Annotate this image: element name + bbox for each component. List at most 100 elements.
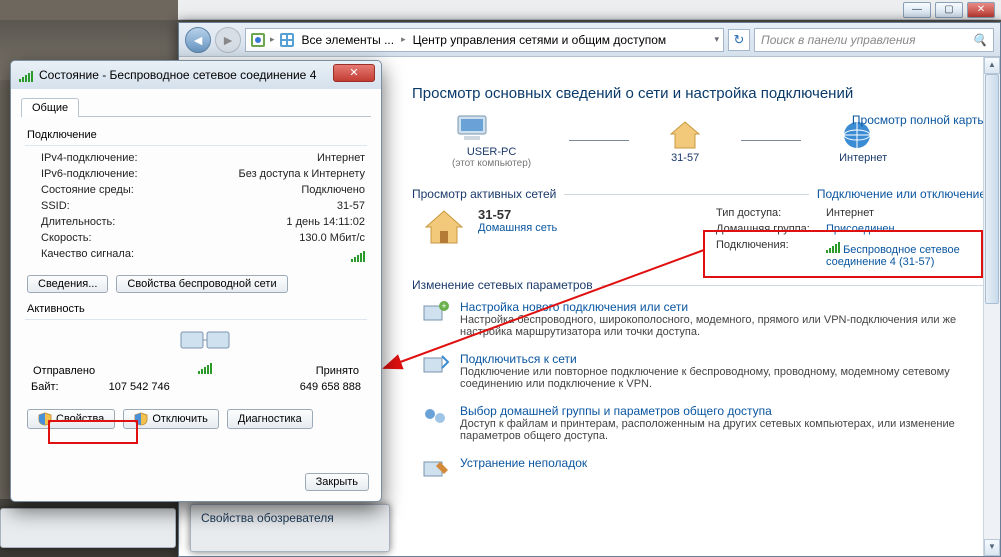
bytes-sent: 107 542 746	[109, 381, 170, 393]
sent-label: Отправлено	[33, 365, 95, 377]
shield-icon	[38, 412, 52, 426]
scroll-up-button[interactable]: ▲	[984, 57, 1000, 74]
signal-icon	[198, 360, 212, 374]
page-title: Просмотр основных сведений о сети и наст…	[412, 85, 986, 102]
map-node-this-pc: USER-PC (этот компьютер)	[452, 112, 531, 169]
dialog-close-button[interactable]: ✕	[333, 64, 375, 82]
network-properties: Тип доступа: Интернет Домашняя группа: П…	[716, 207, 986, 268]
breadcrumb-seg[interactable]: Центр управления сетями и общим доступом	[410, 33, 670, 47]
label: Длительность:	[41, 216, 115, 228]
forward-button[interactable]: ►	[215, 27, 241, 53]
setting-link[interactable]: Выбор домашней группы и параметров общег…	[460, 404, 960, 418]
list-item: Выбор домашней группы и параметров общег…	[422, 404, 986, 442]
sidebar-fragment[interactable]: Свойства обозревателя	[190, 504, 390, 552]
setting-link[interactable]: Настройка нового подключения или сети	[460, 300, 960, 314]
address-bar[interactable]: ▸ Все элементы ... ▸ Центр управления се…	[245, 28, 724, 52]
section-label: Просмотр активных сетей	[412, 187, 556, 201]
map-label: 31-57	[667, 152, 703, 164]
refresh-button[interactable]: ↻	[728, 29, 750, 51]
shield-icon	[134, 412, 148, 426]
change-settings-header: Изменение сетевых параметров	[412, 278, 986, 292]
label: IPv4-подключение:	[41, 152, 138, 164]
scroll-down-button[interactable]: ▼	[984, 539, 1000, 556]
homegroup-link[interactable]: Присоединен	[826, 223, 895, 235]
activity-icon	[177, 326, 233, 377]
active-networks-header: Просмотр активных сетей Подключение или …	[412, 187, 986, 201]
status-dialog: Состояние - Беспроводное сетевое соедине…	[10, 60, 382, 502]
chevron-right-icon: ▸	[401, 34, 406, 45]
search-placeholder: Поиск в панели управления	[761, 33, 916, 47]
wireless-properties-button[interactable]: Свойства беспроводной сети	[116, 275, 287, 293]
label: Качество сигнала:	[41, 248, 134, 265]
setting-desc: Подключение или повторное подключение к …	[460, 366, 960, 390]
disable-button[interactable]: Отключить	[123, 409, 219, 429]
value: Подключено	[301, 184, 365, 196]
signal-icon	[19, 68, 33, 82]
prop-val: Интернет	[826, 207, 986, 219]
dialog-body: Подключение IPv4-подключение:Интернет IP…	[11, 117, 381, 439]
home-network-icon	[422, 207, 466, 268]
list-item: + Настройка нового подключения или сети …	[422, 300, 986, 338]
dropdown-icon[interactable]: ▾	[714, 34, 719, 45]
all-items-icon	[279, 32, 295, 48]
tab-general[interactable]: Общие	[21, 98, 79, 117]
maximize-button[interactable]: ▢	[935, 2, 963, 18]
button-label: Свойства	[56, 413, 104, 425]
control-panel-icon	[250, 32, 266, 48]
settings-list: + Настройка нового подключения или сети …	[412, 300, 986, 480]
prop-key: Тип доступа:	[716, 207, 826, 219]
breadcrumb-seg[interactable]: Все элементы ...	[299, 33, 398, 47]
svg-text:+: +	[441, 301, 446, 311]
prop-key: Домашняя группа:	[716, 223, 826, 235]
label: IPv6-подключение:	[41, 168, 138, 180]
signal-icon	[351, 248, 365, 262]
nav-bar: ◄ ► ▸ Все элементы ... ▸ Центр управлени…	[179, 23, 1000, 57]
back-button[interactable]: ◄	[185, 27, 211, 53]
homegroup-icon	[422, 404, 450, 428]
minimize-button[interactable]: —	[903, 2, 931, 18]
list-item: Подключиться к сети Подключение или повт…	[422, 352, 986, 390]
map-link-line	[569, 140, 629, 141]
search-input[interactable]: Поиск в панели управления 🔍	[754, 28, 994, 52]
close-button[interactable]: Закрыть	[305, 473, 369, 491]
list-item: Устранение неполадок	[422, 456, 986, 480]
diagnose-button[interactable]: Диагностика	[227, 409, 313, 429]
network-kind-link[interactable]: Домашняя сеть	[478, 222, 557, 234]
tab-strip: Общие	[21, 97, 371, 117]
window-titlebar-fragment: — ▢ ✕	[178, 0, 1001, 20]
map-link-line	[741, 140, 801, 141]
dialog-titlebar[interactable]: Состояние - Беспроводное сетевое соедине…	[11, 61, 381, 89]
window-fragment	[0, 508, 176, 548]
connection-link[interactable]: Беспроводное сетевое соединение 4 (31-57…	[826, 244, 960, 268]
page-body: Просмотр основных сведений о сети и наст…	[412, 83, 986, 552]
connect-disconnect-link[interactable]: Подключение или отключение	[817, 187, 986, 201]
setting-link[interactable]: Подключиться к сети	[460, 352, 960, 366]
signal-icon	[826, 239, 840, 253]
new-connection-icon: +	[422, 300, 450, 324]
value: Без доступа к Интернету	[238, 168, 365, 180]
button-label: Отключить	[152, 413, 208, 425]
chevron-right-icon: ▸	[270, 34, 275, 45]
map-sublabel: (этот компьютер)	[452, 158, 531, 169]
map-label: USER-PC	[452, 146, 531, 158]
full-map-link[interactable]: Просмотр полной карты	[852, 113, 986, 127]
details-button[interactable]: Сведения...	[27, 275, 108, 293]
scroll-thumb[interactable]	[985, 74, 999, 304]
section-label: Изменение сетевых параметров	[412, 278, 593, 292]
close-button[interactable]: ✕	[967, 2, 995, 18]
bytes-received: 649 658 888	[300, 381, 361, 393]
activity-row: Отправлено Принято	[27, 326, 365, 377]
search-icon: 🔍	[972, 33, 987, 47]
map-label: Интернет	[839, 152, 887, 164]
value: Интернет	[317, 152, 365, 164]
setting-link[interactable]: Устранение неполадок	[460, 456, 587, 470]
dialog-title: Состояние - Беспроводное сетевое соедине…	[39, 68, 316, 82]
setting-desc: Доступ к файлам и принтерам, расположенн…	[460, 418, 960, 442]
value: 1 день 14:11:02	[286, 216, 365, 228]
active-network-block: 31-57 Домашняя сеть Тип доступа: Интерне…	[422, 207, 986, 268]
value: 130.0 Мбит/с	[299, 232, 365, 244]
label: Состояние среды:	[41, 184, 134, 196]
network-name: 31-57	[478, 207, 557, 222]
vertical-scrollbar[interactable]: ▲ ▼	[983, 57, 1000, 556]
properties-button[interactable]: Свойства	[27, 409, 115, 429]
